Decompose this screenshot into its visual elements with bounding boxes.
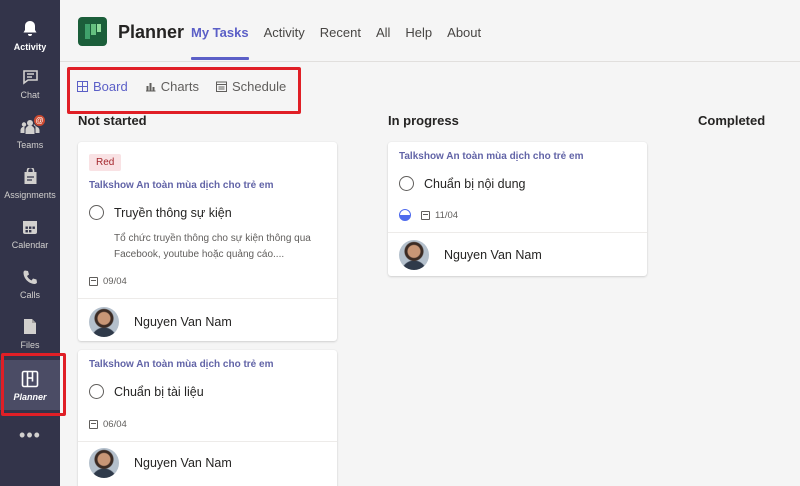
rail-label: Calls [19, 289, 40, 300]
more-apps-button[interactable]: ••• [0, 425, 60, 446]
task-description: Tổ chức truyền thông cho sự kiện thông q… [114, 231, 354, 263]
task-description-line: Tổ chức truyền thông cho sự kiện thông q… [114, 233, 311, 244]
assignee-name: Nguyen Van Nam [134, 315, 232, 329]
bucket-name: Talkshow An toàn mùa dịch cho trẻ em [89, 180, 274, 191]
task-row: Truyền thông sự kiện [89, 205, 232, 220]
rail-item-calendar[interactable]: Calendar [0, 208, 60, 258]
task-row: Chuẩn bị tài liệu [89, 384, 204, 399]
column-not-started-title: Not started [78, 113, 147, 128]
tab-recent[interactable]: Recent [320, 0, 361, 62]
task-title: Truyền thông sự kiện [114, 205, 232, 220]
rail-item-assignments[interactable]: Assignments [0, 158, 60, 208]
task-card-chuan-bi-tai-lieu[interactable]: Talkshow An toàn mùa dịch cho trẻ em Chu… [78, 350, 337, 486]
files-icon [20, 317, 40, 337]
app-title: Planner [118, 22, 185, 42]
mention-badge: @ [33, 114, 46, 127]
rail-label: Activity [13, 41, 47, 52]
task-title: Chuẩn bị nội dung [424, 176, 526, 191]
rail-item-calls[interactable]: Calls [0, 258, 60, 308]
rail-item-files[interactable]: Files [0, 308, 60, 358]
tab-my-tasks[interactable]: My Tasks [191, 0, 249, 62]
complete-task-checkbox[interactable] [399, 176, 414, 191]
rail-label: Files [20, 339, 40, 350]
assignments-icon [20, 167, 40, 187]
due-date: 09/04 [89, 276, 127, 287]
due-date: 06/04 [89, 419, 127, 430]
bucket-name: Talkshow An toàn mùa dịch cho trẻ em [399, 151, 584, 162]
task-title: Chuẩn bị tài liệu [114, 384, 204, 399]
calendar-icon [421, 210, 430, 220]
rail-item-activity[interactable]: Activity [0, 10, 60, 60]
card-divider [78, 298, 337, 299]
task-meta: 11/04 [399, 209, 458, 221]
chat-icon [20, 67, 40, 87]
calendar-icon [89, 420, 98, 429]
card-divider [388, 232, 647, 233]
planner-highlight-box [1, 353, 66, 416]
phone-icon [20, 267, 40, 287]
assignee-name: Nguyen Van Nam [444, 248, 542, 262]
avatar [399, 240, 429, 270]
assignee: Nguyen Van Nam [89, 307, 232, 337]
complete-task-checkbox[interactable] [89, 384, 104, 399]
rail-item-teams[interactable]: Teams @ [0, 108, 60, 158]
in-progress-icon [399, 209, 411, 221]
rail-label: Teams [16, 139, 44, 150]
assignee-name: Nguyen Van Nam [134, 456, 232, 470]
views-highlight-box [67, 67, 301, 114]
task-card-truyen-thong[interactable]: Red Talkshow An toàn mùa dịch cho trẻ em… [78, 142, 337, 341]
column-completed-title: Completed [698, 113, 766, 128]
header-tabs: My Tasks Activity Recent All Help About [191, 0, 496, 62]
rail-item-chat[interactable]: Chat [0, 58, 60, 108]
tab-about[interactable]: About [447, 0, 481, 62]
task-description-line: Facebook, youtube hoặc quảng cáo.... [114, 249, 285, 260]
due-date-text: 11/04 [435, 209, 459, 221]
complete-task-checkbox[interactable] [89, 205, 104, 220]
label-red-badge: Red [89, 154, 122, 171]
tab-activity[interactable]: Activity [264, 0, 305, 62]
calendar-icon [20, 217, 40, 237]
app-header: Planner My Tasks Activity Recent All Hel… [60, 0, 800, 62]
rail-label: Calendar [11, 239, 49, 250]
bell-icon [20, 19, 40, 39]
planner-logo-icon [78, 17, 107, 46]
assignee: Nguyen Van Nam [399, 240, 542, 270]
calendar-icon [89, 277, 98, 286]
task-row: Chuẩn bị nội dung [399, 176, 525, 191]
due-date-text: 09/04 [103, 276, 127, 287]
bucket-name: Talkshow An toàn mùa dịch cho trẻ em [89, 359, 274, 370]
due-date-text: 06/04 [103, 419, 127, 430]
avatar [89, 448, 119, 478]
rail-label: Chat [20, 89, 40, 100]
assignee: Nguyen Van Nam [89, 448, 232, 478]
rail-label: Assignments [4, 189, 56, 200]
avatar [89, 307, 119, 337]
column-in-progress-title: In progress [388, 113, 459, 128]
task-card-chuan-bi-noi-dung[interactable]: Talkshow An toàn mùa dịch cho trẻ em Chu… [388, 142, 647, 276]
card-divider [78, 441, 337, 442]
tab-help[interactable]: Help [405, 0, 432, 62]
tab-all[interactable]: All [376, 0, 390, 62]
